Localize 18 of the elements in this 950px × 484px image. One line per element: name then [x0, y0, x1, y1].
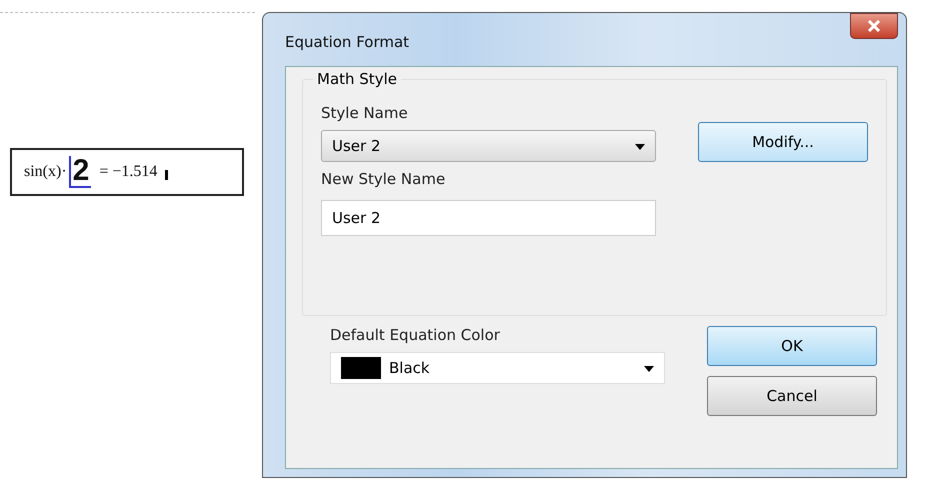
close-icon [867, 20, 881, 32]
modify-button[interactable]: Modify... [698, 122, 868, 162]
result-text: = −1.514 [99, 163, 158, 181]
operand-text: 2 [68, 156, 92, 188]
window-title: Equation Format [285, 33, 410, 51]
equation-text: sin(x)· [24, 163, 67, 181]
group-title: Math Style [313, 70, 401, 88]
new-style-name-label: New Style Name [321, 170, 446, 188]
close-button[interactable] [850, 13, 898, 39]
cancel-button[interactable]: Cancel [707, 376, 877, 416]
cursor-icon [165, 170, 168, 180]
ok-button[interactable]: OK [707, 326, 877, 366]
color-dropdown[interactable]: Black [330, 352, 665, 384]
color-label: Default Equation Color [330, 326, 501, 344]
equation-region[interactable]: sin(x)· 2 = −1.514 [10, 148, 244, 196]
style-name-label: Style Name [321, 104, 409, 122]
new-style-name-field[interactable]: User 2 [321, 200, 656, 236]
style-dropdown[interactable]: User 2 [321, 130, 656, 162]
